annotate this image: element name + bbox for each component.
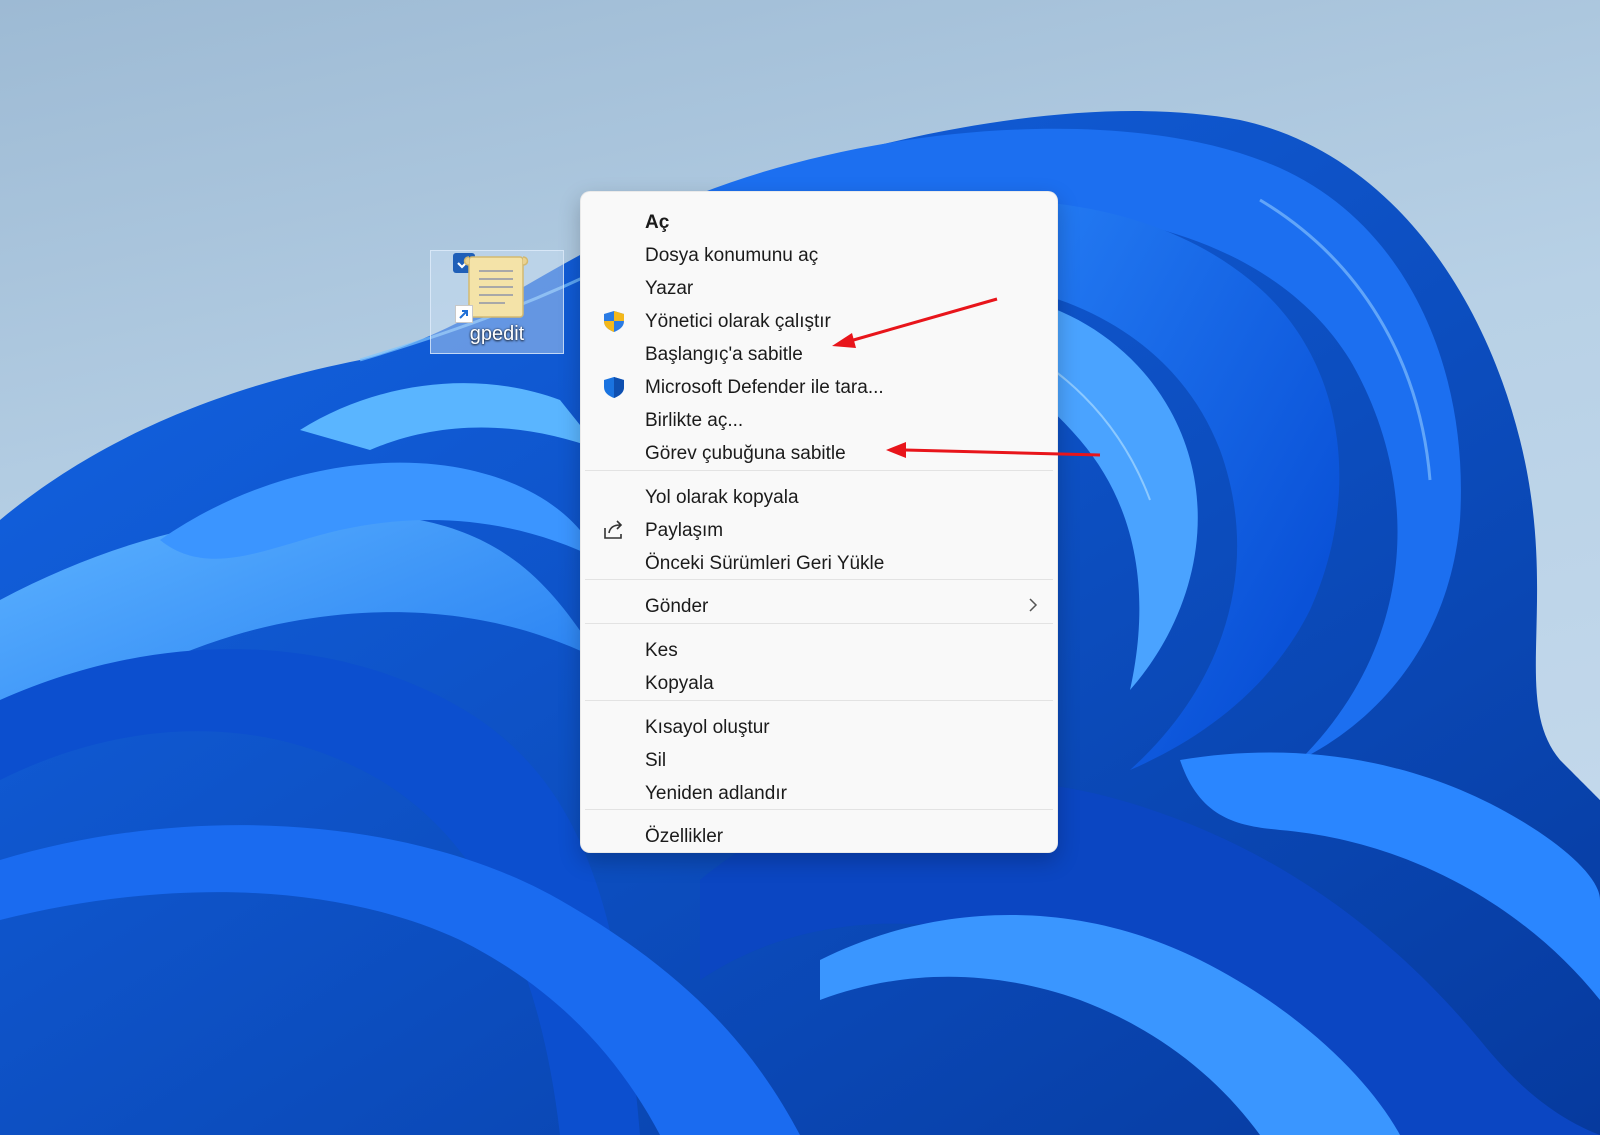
- menu-item-label: Yol olarak kopyala: [645, 487, 799, 508]
- menu-separator: [585, 809, 1053, 810]
- menu-item-label: Görev çubuğuna sabitle: [645, 443, 846, 464]
- menu-item-create-shortcut[interactable]: Kısayol oluştur: [585, 710, 1053, 743]
- menu-item-open-file-location[interactable]: Dosya konumunu aç: [585, 238, 1053, 271]
- menu-item-label: Kısayol oluştur: [645, 717, 770, 738]
- menu-item-open[interactable]: Aç: [585, 205, 1053, 238]
- menu-item-label: Paylaşım: [645, 520, 724, 541]
- menu-item-label: Birlikte aç...: [645, 410, 744, 431]
- menu-item-label: Aç: [645, 212, 670, 233]
- menu-item-open-with[interactable]: Birlikte aç...: [585, 403, 1053, 436]
- shortcut-arrow-icon: [455, 305, 473, 323]
- menu-separator: [585, 579, 1053, 580]
- menu-item-label: Sil: [645, 750, 667, 771]
- menu-item-scan-defender[interactable]: Microsoft Defender ile tara...: [585, 370, 1053, 403]
- menu-item-label: Gönder: [645, 596, 709, 617]
- menu-item-run-as-admin[interactable]: Yönetici olarak çalıştır: [585, 304, 1053, 337]
- menu-item-share[interactable]: Paylaşım: [585, 513, 1053, 546]
- menu-item-pin-to-start[interactable]: Başlangıç'a sabitle: [585, 337, 1053, 370]
- menu-item-label: Yeniden adlandır: [645, 783, 787, 804]
- share-icon: [604, 520, 623, 539]
- menu-separator: [585, 623, 1053, 624]
- menu-item-pin-to-taskbar[interactable]: Görev çubuğuna sabitle: [585, 436, 1053, 469]
- defender-shield-icon: [604, 377, 624, 398]
- menu-separator: [585, 700, 1053, 701]
- menu-item-label: Yazar: [645, 278, 694, 299]
- menu-separator: [585, 470, 1053, 471]
- menu-item-rename[interactable]: Yeniden adlandır: [585, 776, 1053, 809]
- menu-item-copy[interactable]: Kopyala: [585, 666, 1053, 699]
- menu-item-label: Özellikler: [645, 826, 724, 847]
- menu-item-send-to[interactable]: Gönder: [585, 589, 1053, 622]
- menu-item-copy-as-path[interactable]: Yol olarak kopyala: [585, 480, 1053, 513]
- menu-item-cut[interactable]: Kes: [585, 633, 1053, 666]
- desktop-icon-gpedit[interactable]: gpedit: [430, 250, 564, 354]
- chevron-right-icon: [1029, 598, 1038, 612]
- menu-item-label: Başlangıç'a sabitle: [645, 344, 803, 365]
- menu-item-properties[interactable]: Özellikler: [585, 819, 1053, 852]
- uac-shield-icon: [604, 311, 624, 332]
- menu-item-delete[interactable]: Sil: [585, 743, 1053, 776]
- menu-item-label: Kopyala: [645, 673, 714, 694]
- menu-item-label: Yönetici olarak çalıştır: [645, 311, 831, 332]
- menu-item-restore-previous-versions[interactable]: Önceki Sürümleri Geri Yükle: [585, 546, 1053, 579]
- desktop-icon-label: gpedit: [469, 323, 525, 345]
- menu-item-author[interactable]: Yazar: [585, 271, 1053, 304]
- menu-item-label: Microsoft Defender ile tara...: [645, 377, 884, 398]
- menu-item-label: Kes: [645, 640, 678, 661]
- menu-item-label: Dosya konumunu aç: [645, 245, 819, 266]
- menu-item-label: Önceki Sürümleri Geri Yükle: [645, 553, 885, 574]
- context-menu: Aç Dosya konumunu aç Yazar Yönetici olar…: [580, 191, 1058, 853]
